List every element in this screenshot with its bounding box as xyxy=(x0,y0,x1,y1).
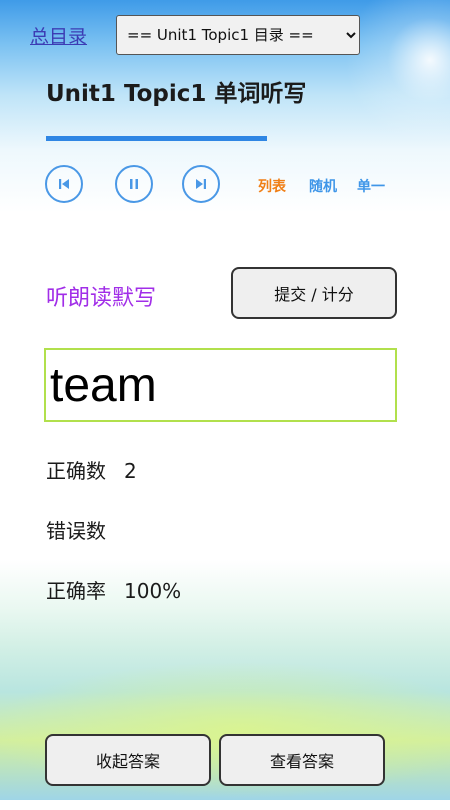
page-title: Unit1 Topic1 单词听写 xyxy=(46,81,307,107)
accuracy-label: 正确率 xyxy=(46,579,106,603)
mode-single-button[interactable]: 单一 xyxy=(357,176,385,196)
submit-score-button[interactable]: 提交 / 计分 xyxy=(231,267,397,319)
correct-count-row: 正确数 2 xyxy=(46,455,137,484)
mode-random-button[interactable]: 随机 xyxy=(309,176,337,196)
accuracy-row: 正确率 100% xyxy=(46,575,181,604)
skip-next-icon xyxy=(193,176,209,192)
answer-input[interactable] xyxy=(44,348,397,422)
hide-answer-button[interactable]: 收起答案 xyxy=(45,734,211,786)
mode-list-button[interactable]: 列表 xyxy=(258,176,286,196)
topic-select[interactable]: == Unit1 Topic1 目录 == xyxy=(116,15,360,55)
wrong-count-row: 错误数 xyxy=(46,515,124,544)
previous-button[interactable] xyxy=(45,165,83,203)
progress-bar-fill xyxy=(46,136,267,141)
skip-previous-icon xyxy=(56,176,72,192)
pause-icon xyxy=(126,176,142,192)
progress-bar[interactable] xyxy=(46,136,396,141)
page: 总目录 == Unit1 Topic1 目录 == Unit1 Topic1 单… xyxy=(0,0,450,800)
next-button[interactable] xyxy=(182,165,220,203)
pause-button[interactable] xyxy=(115,165,153,203)
wrong-count-label: 错误数 xyxy=(46,519,106,543)
dictation-mode-label: 听朗读默写 xyxy=(46,286,157,311)
show-answer-button[interactable]: 查看答案 xyxy=(219,734,385,786)
accuracy-value: 100% xyxy=(124,579,182,603)
correct-count-value: 2 xyxy=(124,459,137,483)
toc-link[interactable]: 总目录 xyxy=(30,22,87,49)
correct-count-label: 正确数 xyxy=(46,459,106,483)
